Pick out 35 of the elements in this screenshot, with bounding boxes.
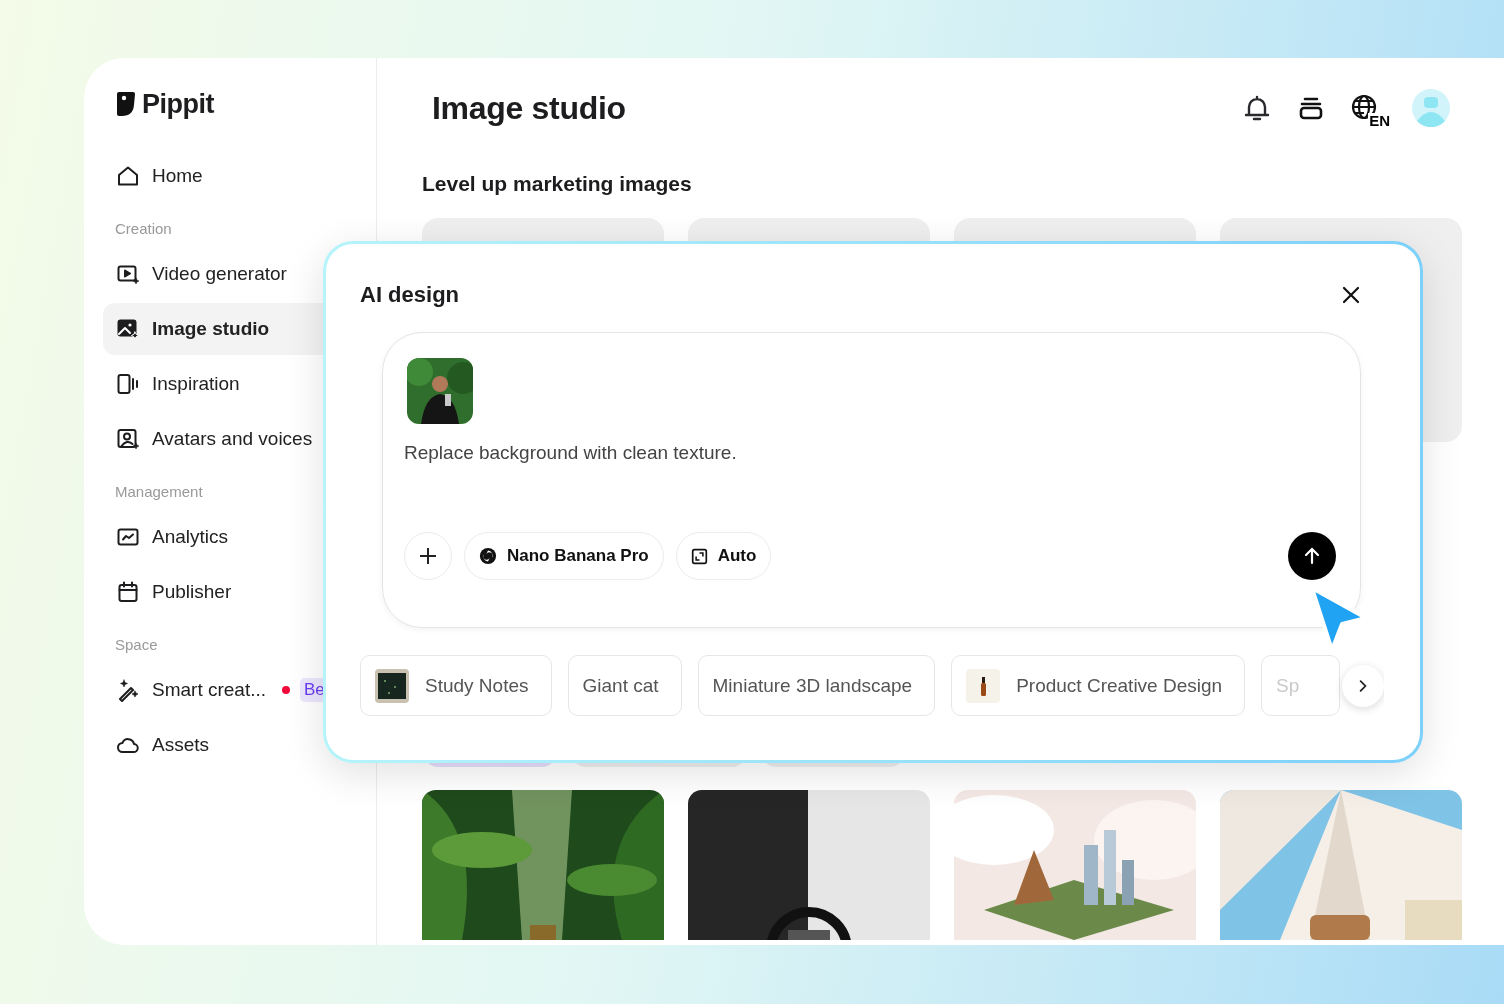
- sidebar-item[interactable]: Home: [103, 150, 376, 202]
- close-icon[interactable]: [1341, 285, 1361, 305]
- arrow-up-icon: [1302, 546, 1322, 566]
- send-button[interactable]: [1288, 532, 1336, 580]
- section-heading: Management: [114, 483, 204, 502]
- plus-icon: [418, 546, 438, 566]
- calendar-icon: [116, 580, 140, 604]
- sidebar-item[interactable]: Analytics: [103, 511, 376, 563]
- bell-icon[interactable]: [1242, 93, 1272, 123]
- prompt-text: Replace background with clean texture.: [404, 442, 738, 465]
- sidebar-item[interactable]: Avatars and voices: [103, 413, 376, 465]
- section-heading: Creation: [114, 220, 173, 239]
- model-button[interactable]: Nano Banana Pro: [464, 532, 664, 580]
- suggestion-chip[interactable]: Giant cat: [567, 655, 682, 716]
- home-icon: [116, 164, 140, 188]
- ratio-button[interactable]: Auto: [675, 532, 772, 580]
- suggestion-chip[interactable]: Miniature 3D landscape: [697, 655, 936, 716]
- sidebar-item[interactable]: Inspiration: [103, 358, 376, 410]
- image-icon: [116, 317, 140, 341]
- swirl-icon: [479, 547, 497, 565]
- add-button[interactable]: [404, 532, 452, 580]
- sidebar-item[interactable]: Assets: [103, 719, 376, 771]
- phone-icon: [116, 372, 140, 396]
- page-title: Image studio: [432, 89, 627, 127]
- logo-icon: [116, 91, 136, 117]
- brand-name: Pippit: [142, 88, 214, 120]
- prompt-field[interactable]: Replace background with clean texture. Nano Banana Pro Auto: [382, 332, 1361, 628]
- avatar-icon: [116, 427, 140, 451]
- section-heading: Space: [114, 636, 159, 655]
- suggestion-chip[interactable]: Study Notes: [360, 655, 552, 716]
- suggestion-chip[interactable]: Product Creative Design: [951, 655, 1246, 716]
- section-title: Level up marketing images: [422, 172, 693, 196]
- aspect-ratio-icon: [690, 547, 708, 565]
- sidebar-item[interactable]: Publisher: [103, 566, 376, 618]
- wand-icon: [116, 678, 140, 702]
